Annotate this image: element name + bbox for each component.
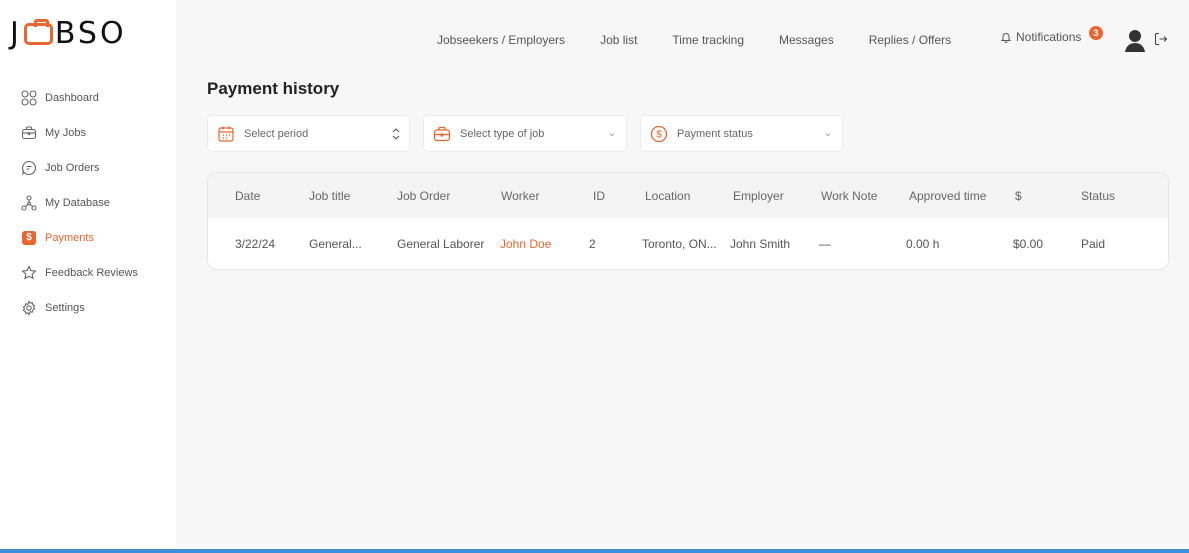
sidebar-item-label: Feedback Reviews: [45, 266, 138, 279]
briefcase-logo-icon: [23, 19, 53, 45]
cell-job-title: General...: [309, 237, 362, 251]
column-header-job-order[interactable]: Job Order: [397, 189, 450, 203]
logo-text-left: J: [10, 15, 22, 51]
cell-worker-link[interactable]: John Doe: [500, 237, 551, 251]
cell-work-note: —: [819, 237, 831, 251]
grid-icon: [21, 89, 37, 106]
topnav-replies-offers[interactable]: Replies / Offers: [869, 33, 951, 47]
logo-text-right: BSO: [54, 15, 127, 51]
select-period-filter[interactable]: Select period: [207, 115, 410, 152]
sidebar-item-my-jobs[interactable]: My Jobs: [0, 115, 176, 150]
cell-approved-time: 0.00 h: [906, 237, 940, 251]
up-down-chevron-icon: [392, 128, 400, 140]
sidebar-item-job-orders[interactable]: Job Orders: [0, 150, 176, 185]
column-header-employer[interactable]: Employer: [733, 189, 784, 203]
star-icon: [21, 264, 37, 281]
table-header: Date Job title Job Order Worker ID Locat…: [208, 173, 1168, 218]
payment-status-placeholder: Payment status: [677, 127, 753, 140]
dollar-circle-icon: $: [650, 125, 668, 142]
select-period-placeholder: Select period: [244, 127, 309, 140]
dollar-icon: $: [21, 230, 37, 246]
sidebar-item-payments[interactable]: $ Payments: [0, 220, 176, 255]
sidebar-item-my-database[interactable]: My Database: [0, 185, 176, 220]
sidebar: J BSO Dashboard My Jobs Job Orders My Da…: [0, 0, 176, 553]
briefcase-icon: [433, 126, 451, 141]
sidebar-item-label: Dashboard: [45, 91, 99, 104]
sidebar-item-feedback-reviews[interactable]: Feedback Reviews: [0, 255, 176, 290]
cell-date: 3/22/24: [235, 237, 276, 251]
bell-icon: [1000, 33, 1012, 43]
column-header-amount[interactable]: $: [1015, 189, 1022, 203]
page-title: Payment history: [207, 79, 340, 98]
svg-text:$: $: [656, 129, 662, 140]
column-header-location[interactable]: Location: [645, 189, 690, 203]
jobso-logo[interactable]: J BSO: [10, 15, 127, 51]
sidebar-item-dashboard[interactable]: Dashboard: [0, 80, 176, 115]
sidebar-item-label: My Database: [45, 196, 110, 209]
chevron-down-icon: ⌄: [607, 128, 616, 139]
column-header-status[interactable]: Status: [1081, 189, 1115, 203]
column-header-work-note[interactable]: Work Note: [821, 189, 877, 203]
cell-id: 2: [589, 237, 596, 251]
sidebar-item-label: My Jobs: [45, 126, 86, 139]
column-header-date[interactable]: Date: [235, 189, 260, 203]
top-nav: Jobseekers / Employers Job list Time tra…: [437, 30, 986, 50]
user-avatar-icon[interactable]: [1124, 28, 1146, 52]
gear-icon: [21, 299, 37, 316]
sidebar-item-label: Settings: [45, 301, 85, 314]
cell-location: Toronto, ON...: [642, 237, 717, 251]
select-job-type-placeholder: Select type of job: [460, 127, 545, 140]
cell-employer: John Smith: [730, 237, 791, 251]
sidebar-nav: Dashboard My Jobs Job Orders My Database: [0, 80, 176, 325]
sidebar-item-label: Job Orders: [45, 161, 100, 174]
column-header-approved-time[interactable]: Approved time: [909, 189, 986, 203]
chat-icon: [21, 160, 37, 176]
bottom-accent-bar: [0, 549, 1189, 553]
topnav-messages[interactable]: Messages: [779, 33, 834, 47]
network-icon: [21, 194, 37, 211]
app-root: J BSO Dashboard My Jobs Job Orders My Da…: [0, 0, 1189, 553]
column-header-worker[interactable]: Worker: [501, 189, 539, 203]
briefcase-icon: [21, 125, 37, 141]
notifications-count-badge: 3: [1089, 26, 1103, 40]
column-header-id[interactable]: ID: [593, 189, 605, 203]
notifications-link[interactable]: Notifications 3: [1000, 26, 1103, 44]
column-header-job-title[interactable]: Job title: [309, 189, 350, 203]
payment-status-filter[interactable]: $ Payment status ⌄: [640, 115, 843, 152]
calendar-icon: [218, 126, 234, 142]
cell-amount: $0.00: [1013, 237, 1044, 251]
topnav-job-list[interactable]: Job list: [600, 33, 637, 47]
notifications-label: Notifications: [1016, 30, 1082, 44]
topnav-jobseekers-employers[interactable]: Jobseekers / Employers: [437, 33, 565, 47]
sidebar-item-settings[interactable]: Settings: [0, 290, 176, 325]
sidebar-item-label: Payments: [45, 231, 94, 244]
select-job-type-filter[interactable]: Select type of job ⌄: [423, 115, 627, 152]
cell-job-order: General Laborer: [397, 237, 485, 251]
table-row[interactable]: 3/22/24 General... General Laborer John …: [208, 218, 1168, 269]
chevron-down-icon: ⌄: [823, 128, 832, 139]
topnav-time-tracking[interactable]: Time tracking: [672, 33, 744, 47]
payments-table: Date Job title Job Order Worker ID Locat…: [207, 172, 1169, 270]
cell-status: Paid: [1081, 237, 1106, 251]
logout-icon[interactable]: [1154, 32, 1168, 46]
